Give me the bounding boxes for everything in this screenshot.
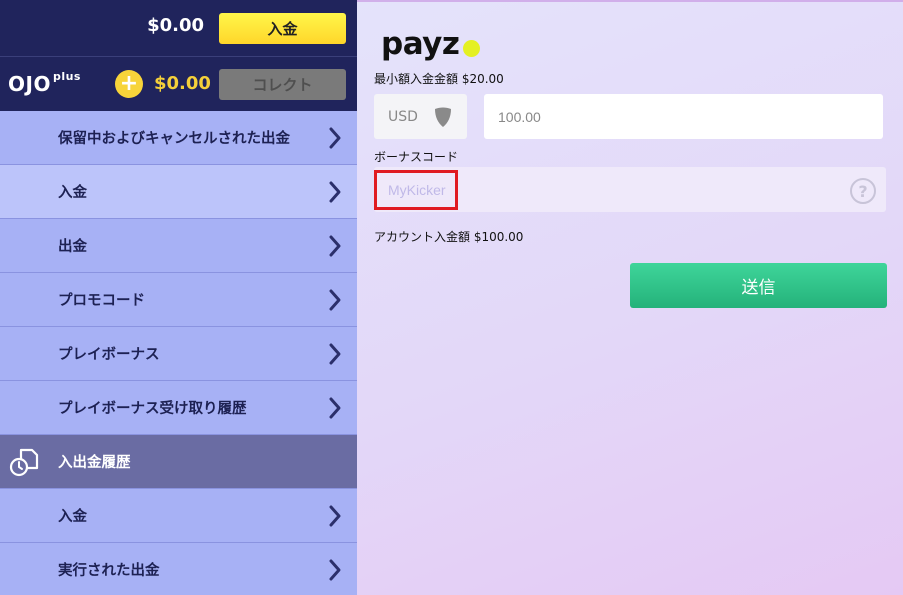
payz-logo: payz — [381, 26, 460, 62]
menu-item-play-bonus-history[interactable]: プレイボーナス受け取り履歴 — [0, 381, 357, 435]
bonus-code-input[interactable] — [374, 167, 844, 212]
ojo-logo-text: OJO — [8, 72, 51, 96]
ojo-plus-logo: OJO plus — [8, 70, 81, 96]
collect-button[interactable]: コレクト — [219, 69, 346, 100]
ojo-plus-bar: OJO plus + $0.00 コレクト — [0, 57, 357, 111]
menu-item-play-bonus[interactable]: プレイボーナス — [0, 327, 357, 381]
menu-item-pending-withdrawals[interactable]: 保留中およびキャンセルされた出金 — [0, 111, 357, 165]
chevron-right-icon — [329, 181, 341, 203]
menu-item-label: プロモコード — [58, 293, 145, 309]
coin-plus-icon: + — [115, 70, 143, 98]
balance-amount: $0.00 — [147, 15, 204, 36]
currency-selector[interactable]: USD — [374, 94, 467, 139]
ojo-plus-amount: $0.00 — [154, 73, 211, 94]
submit-button[interactable]: 送信 — [630, 263, 887, 308]
menu-item-history-deposit[interactable]: 入金 — [0, 489, 357, 543]
menu-item-deposit[interactable]: 入金 — [0, 165, 357, 219]
bonus-code-label: ボーナスコード — [374, 150, 459, 164]
deposit-button[interactable]: 入金 — [219, 13, 346, 44]
payz-logo-dot — [463, 40, 480, 57]
chevron-right-icon — [329, 127, 341, 149]
menu-item-label: 保留中およびキャンセルされた出金 — [58, 131, 290, 147]
chevron-right-icon — [329, 343, 341, 365]
min-deposit-label: 最小額入金金額 $20.00 — [374, 72, 504, 86]
currency-value: USD — [388, 109, 418, 125]
menu-item-promo-code[interactable]: プロモコード — [0, 273, 357, 327]
chevron-right-icon — [329, 505, 341, 527]
menu-item-withdraw[interactable]: 出金 — [0, 219, 357, 273]
account-menu: 保留中およびキャンセルされた出金 入金 出金 プロモコード プレイボーナス プレ… — [0, 111, 357, 595]
menu-item-label: プレイボーナス — [58, 347, 160, 363]
amount-input[interactable] — [484, 94, 883, 139]
ojo-logo-sup: plus — [52, 70, 81, 84]
chevron-right-icon — [329, 559, 341, 581]
balance-bar: $0.00 入金 — [0, 0, 357, 57]
chevron-right-icon — [329, 397, 341, 419]
payment-panel: payz 最小額入金金額 $20.00 USD ボーナスコード ? アカウント入… — [357, 0, 903, 595]
history-document-icon — [9, 448, 39, 477]
bonus-code-field: ? — [374, 167, 886, 212]
menu-item-label: 入金 — [58, 185, 87, 201]
menu-section-label: 入出金履歴 — [58, 455, 131, 471]
menu-item-label: 実行された出金 — [58, 563, 160, 579]
menu-item-executed-withdrawals[interactable]: 実行された出金 — [0, 543, 357, 595]
menu-item-label: プレイボーナス受け取り履歴 — [58, 401, 247, 417]
chevron-right-icon — [329, 289, 341, 311]
account-deposit-amount: アカウント入金額 $100.00 — [374, 230, 524, 244]
chevron-right-icon — [329, 235, 341, 257]
shield-icon — [435, 107, 451, 127]
account-sidebar: $0.00 入金 OJO plus + $0.00 コレクト 保留中およびキャンセ… — [0, 0, 357, 595]
help-icon[interactable]: ? — [850, 178, 876, 204]
menu-item-label: 出金 — [58, 239, 87, 255]
menu-item-label: 入金 — [58, 509, 87, 525]
menu-section-transaction-history[interactable]: 入出金履歴 — [0, 435, 357, 489]
